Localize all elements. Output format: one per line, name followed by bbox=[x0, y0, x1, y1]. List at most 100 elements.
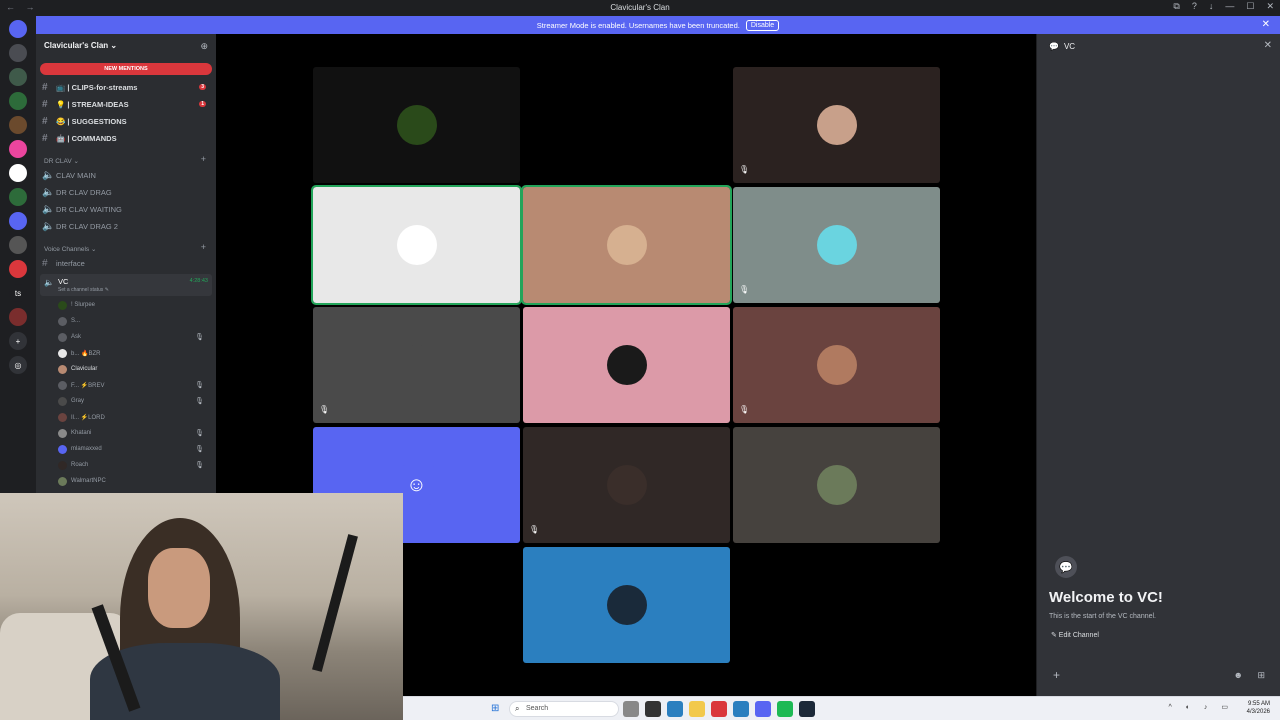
voice-member[interactable]: WalmartNPC bbox=[58, 474, 208, 488]
voice-member[interactable]: Gray 🎙 bbox=[58, 394, 208, 408]
server-icon[interactable] bbox=[9, 164, 27, 182]
taskbar-app-icon[interactable] bbox=[645, 701, 661, 717]
avatar bbox=[58, 460, 67, 470]
participant-avatar bbox=[816, 225, 857, 265]
disable-button[interactable]: Disable bbox=[745, 19, 780, 31]
message-composer[interactable]: + ☻ ⊞ bbox=[1045, 664, 1273, 690]
voice-member[interactable]: ! Slurpee bbox=[58, 298, 208, 312]
taskbar-app-icon[interactable] bbox=[777, 701, 793, 717]
participant-tile[interactable]: 🎙 bbox=[523, 427, 730, 543]
taskbar-app-icon[interactable] bbox=[755, 701, 771, 717]
channel-interface[interactable]: # interface bbox=[42, 256, 210, 270]
vc-status[interactable]: Set a channel status ✎ bbox=[58, 287, 109, 293]
server-name[interactable]: Clavicular's Clan ⌄ bbox=[44, 41, 117, 50]
server-icon[interactable] bbox=[9, 260, 27, 278]
participant-avatar bbox=[816, 345, 857, 385]
server-icon[interactable]: ◎ bbox=[9, 356, 27, 374]
taskbar-clock[interactable]: 9:55 AM 4/3/2026 bbox=[1247, 700, 1270, 716]
welcome-subtitle: This is the start of the VC channel. bbox=[1049, 613, 1156, 620]
taskbar-app-icon[interactable] bbox=[667, 701, 683, 717]
server-icon[interactable] bbox=[9, 20, 27, 38]
panel-close-icon[interactable]: ✕ bbox=[1264, 40, 1272, 51]
minimize-button[interactable]: — bbox=[1225, 1, 1234, 12]
edit-channel-link[interactable]: ✎ Edit Channel bbox=[1051, 631, 1099, 639]
voice-member[interactable]: Il... ⚡LORD bbox=[58, 410, 208, 424]
start-button[interactable]: ⊞ bbox=[491, 703, 499, 714]
voice-member[interactable]: Roach 🎙 bbox=[58, 458, 208, 472]
voice-channel-dr-clav-waiting[interactable]: 🔈 DR CLAV WAITING bbox=[42, 202, 210, 216]
server-icon[interactable] bbox=[9, 116, 27, 134]
participant-tile[interactable] bbox=[733, 427, 940, 543]
channel-clips[interactable]: # 📺 | CLIPS-for-streams 3 bbox=[42, 80, 210, 94]
help-icon[interactable]: ? bbox=[1192, 1, 1197, 12]
panel-channel-name: VC bbox=[1063, 42, 1076, 51]
taskbar-app-icon[interactable] bbox=[799, 701, 815, 717]
channel-commands[interactable]: # 🤖 | COMMANDS bbox=[42, 131, 210, 145]
add-channel-icon[interactable]: + bbox=[201, 154, 206, 164]
voice-member[interactable]: Khatani 🎙 bbox=[58, 426, 208, 440]
server-icon[interactable] bbox=[9, 140, 27, 158]
participant-tile[interactable] bbox=[523, 307, 730, 423]
server-icon[interactable]: ts bbox=[9, 284, 27, 302]
participant-tile[interactable] bbox=[523, 547, 730, 663]
hash-icon: # bbox=[42, 115, 48, 127]
banner-close-icon[interactable]: ✕ bbox=[1262, 19, 1270, 30]
participant-tile[interactable]: 🎙 bbox=[313, 307, 520, 423]
member-name: WalmartNPC bbox=[71, 478, 106, 484]
taskbar-app-icon[interactable] bbox=[733, 701, 749, 717]
maximize-button[interactable]: ☐ bbox=[1246, 1, 1254, 12]
voice-member[interactable]: S... bbox=[58, 314, 208, 328]
window-titlebar: ← → Clavicular's Clan ⧉ ? ↓ — ☐ ✕ bbox=[0, 0, 1280, 16]
download-icon[interactable]: ↓ bbox=[1209, 1, 1214, 12]
server-icon[interactable] bbox=[9, 68, 27, 86]
voice-channel-vc[interactable]: 🔈 VC Set a channel status ✎ 4:28:43 bbox=[40, 274, 212, 296]
participant-tile[interactable]: 🎙 bbox=[733, 307, 940, 423]
inbox-icon[interactable]: ⧉ bbox=[1173, 1, 1179, 12]
voice-channel-clav-main[interactable]: 🔈 CLAV MAIN bbox=[42, 168, 210, 182]
speaker-icon: 🔈 bbox=[42, 203, 55, 215]
voice-member[interactable]: b... 🔥BZR bbox=[58, 346, 208, 360]
apps-icon[interactable]: ⊞ bbox=[1257, 670, 1265, 681]
voice-member[interactable]: Ask 🎙 bbox=[58, 330, 208, 344]
welcome-title: Welcome to VC! bbox=[1049, 589, 1163, 606]
server-icon[interactable] bbox=[9, 92, 27, 110]
category-dr-clav[interactable]: DR CLAV ⌄ bbox=[44, 157, 79, 165]
server-icon[interactable]: + bbox=[9, 332, 27, 350]
voice-member[interactable]: F... ⚡BREV 🎙 bbox=[58, 378, 208, 392]
taskbar-search[interactable]: ⌕ Search bbox=[509, 701, 619, 717]
voice-channel-dr-clav-drag[interactable]: 🔈 DR CLAV DRAG bbox=[42, 185, 210, 199]
taskbar-app-icon[interactable] bbox=[689, 701, 705, 717]
voice-member[interactable]: mlamaxxed 🎙 bbox=[58, 442, 208, 456]
invite-icon[interactable]: ⊕ bbox=[200, 41, 208, 52]
participant-tile[interactable]: 🎙 bbox=[733, 187, 940, 303]
close-button[interactable]: ✕ bbox=[1266, 1, 1274, 12]
server-icon[interactable] bbox=[9, 236, 27, 254]
speaker-icon: 🔈 bbox=[42, 169, 55, 181]
avatar bbox=[58, 428, 67, 438]
member-name: b... 🔥BZR bbox=[71, 350, 101, 357]
voice-channel-dr-clav-drag-2[interactable]: 🔈 DR CLAV DRAG 2 bbox=[42, 219, 210, 233]
taskbar-app-icon[interactable] bbox=[711, 701, 727, 717]
taskbar-app-icon[interactable] bbox=[623, 701, 639, 717]
participant-tile[interactable] bbox=[313, 67, 520, 183]
attach-plus-icon[interactable]: + bbox=[1053, 668, 1060, 682]
server-icon[interactable] bbox=[9, 308, 27, 326]
participant-tile[interactable]: 🎙 bbox=[733, 67, 940, 183]
emoji-icon[interactable]: ☻ bbox=[1234, 670, 1243, 680]
avatar bbox=[58, 444, 67, 454]
server-icon[interactable] bbox=[9, 44, 27, 62]
participant-tile[interactable] bbox=[521, 185, 732, 305]
new-mentions-pill[interactable]: NEW MENTIONS bbox=[40, 63, 212, 75]
avatar bbox=[58, 332, 67, 342]
channel-suggestions[interactable]: # 😂 | SUGGESTIONS bbox=[42, 114, 210, 128]
server-icon[interactable] bbox=[9, 188, 27, 206]
participant-tile[interactable] bbox=[311, 185, 522, 305]
server-icon[interactable] bbox=[9, 212, 27, 230]
channel-stream-ideas[interactable]: # 💡 | STREAM-IDEAS 1 bbox=[42, 97, 210, 111]
add-channel-icon[interactable]: + bbox=[201, 242, 206, 252]
participant-avatar bbox=[396, 345, 437, 385]
unread-badge: 3 bbox=[199, 84, 206, 90]
category-voice-channels[interactable]: Voice Channels ⌄ bbox=[44, 245, 96, 253]
voice-member[interactable]: Clavicular bbox=[58, 362, 208, 376]
system-tray[interactable]: ^ ◐ ♪ ▭ bbox=[1169, 703, 1234, 711]
